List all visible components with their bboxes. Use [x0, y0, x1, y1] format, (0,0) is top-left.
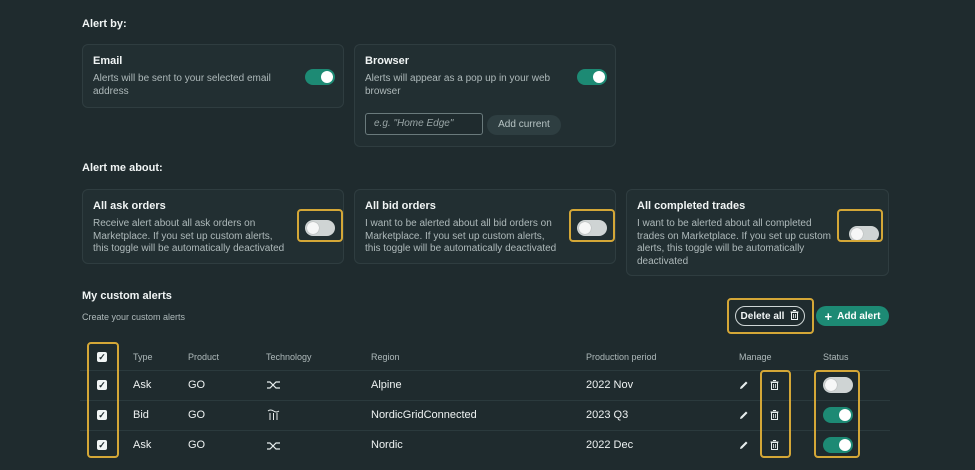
alert-me-about-title: Alert me about:: [82, 162, 163, 174]
row-region: Nordic: [371, 439, 403, 451]
ask-orders-title: All ask orders: [93, 200, 166, 212]
custom-alerts-title: My custom alerts: [82, 290, 172, 302]
row-period: 2023 Q3: [586, 409, 629, 421]
highlight-checkbox-column: [87, 342, 119, 458]
custom-alerts-subtitle: Create your custom alerts: [82, 312, 186, 322]
ask-orders-description: Receive alert about all ask orders on Ma…: [93, 218, 285, 254]
edit-pencil-icon[interactable]: [739, 410, 749, 422]
col-technology: Technology: [266, 352, 312, 362]
row-type: Bid: [133, 409, 149, 421]
col-manage: Manage: [739, 352, 772, 362]
bid-orders-title: All bid orders: [365, 200, 436, 212]
col-period: Production period: [586, 352, 657, 362]
col-region: Region: [371, 352, 400, 362]
add-current-button[interactable]: Add current: [487, 115, 561, 135]
col-type: Type: [133, 352, 153, 362]
toggle-knob: [321, 71, 333, 83]
browser-title: Browser: [365, 55, 410, 67]
completed-trades-title: All completed trades: [637, 200, 746, 212]
browser-name-input[interactable]: e.g. "Home Edge": [365, 113, 483, 135]
row-period: 2022 Dec: [586, 439, 634, 451]
highlight-ask-toggle: [297, 209, 343, 242]
add-alert-label: Add alert: [837, 310, 881, 322]
col-product: Product: [188, 352, 220, 362]
row-region: NordicGridConnected: [371, 409, 477, 421]
browser-card: Browser Alerts will appear as a pop up i…: [354, 44, 616, 147]
highlight-bid-toggle: [569, 209, 615, 242]
edit-pencil-icon[interactable]: [739, 380, 749, 392]
shuffle-icon: [267, 380, 281, 392]
row-product: GO: [188, 379, 206, 391]
email-description: Alerts will be sent to your selected ema…: [93, 73, 271, 97]
toggle-knob: [593, 71, 605, 83]
browser-description: Alerts will appear as a pop up in your w…: [365, 73, 551, 97]
email-card: Email Alerts will be sent to your select…: [82, 44, 344, 108]
plus-icon: +: [824, 308, 833, 324]
highlight-trades-toggle: [837, 209, 883, 242]
highlight-delete-all: [727, 298, 814, 334]
row-product: GO: [188, 409, 206, 421]
hydro-icon: [267, 409, 280, 423]
completed-trades-description: I want to be alerted about all completed…: [637, 218, 831, 267]
row-type: Ask: [133, 379, 152, 391]
row-type: Ask: [133, 439, 152, 451]
email-toggle[interactable]: [305, 69, 335, 85]
alert-by-title: Alert by:: [82, 18, 127, 30]
email-title: Email: [93, 55, 123, 67]
browser-toggle[interactable]: [577, 69, 607, 85]
row-period: 2022 Nov: [586, 379, 634, 391]
row-product: GO: [188, 439, 206, 451]
highlight-delete-column: [760, 370, 791, 458]
row-region: Alpine: [371, 379, 402, 391]
shuffle-icon: [267, 441, 281, 453]
bid-orders-description: I want to be alerted about all bid order…: [365, 218, 557, 254]
edit-pencil-icon[interactable]: [739, 440, 749, 452]
add-alert-button[interactable]: + Add alert: [816, 306, 889, 326]
col-status: Status: [823, 352, 849, 362]
highlight-status-column: [814, 370, 860, 458]
